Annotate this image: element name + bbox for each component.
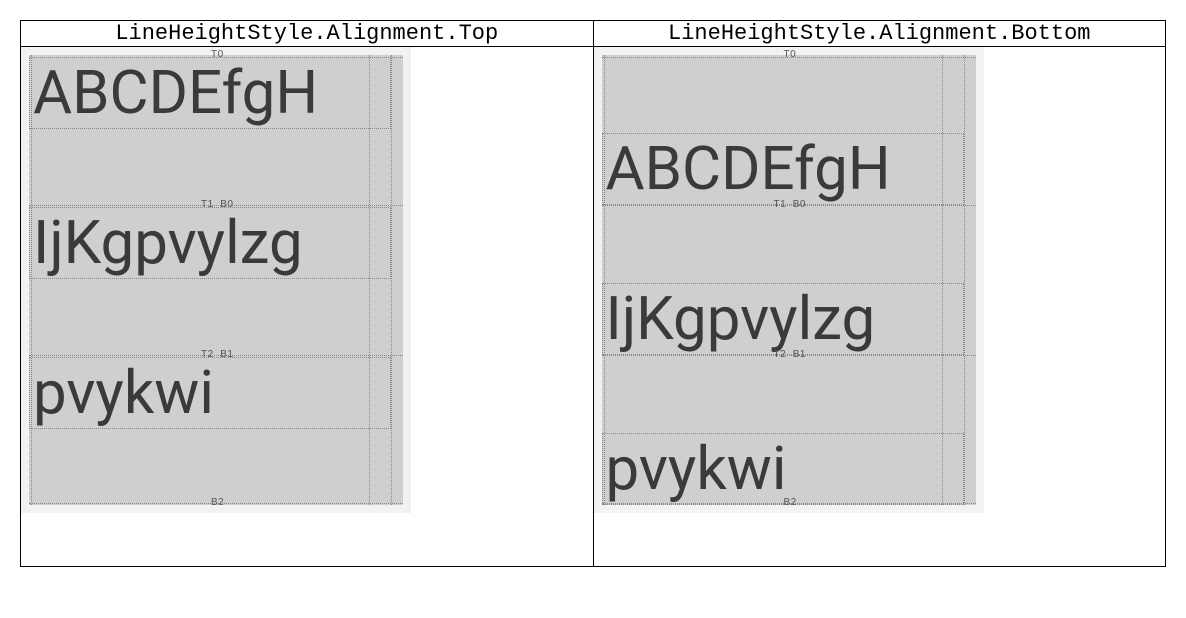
diagram-bottom-inner: T0 ABCDEfgH T1 B0 IjKgpvylzg T2 B1	[602, 55, 976, 505]
body-row: T0 ABCDEfgH T1 B0 IjKgpvylzg T2 B1	[21, 47, 1166, 567]
marker-t0-b: T0	[782, 49, 799, 60]
marker-b2-b: B2	[782, 497, 799, 508]
text-line0-b: ABCDEfgH	[606, 139, 891, 199]
header-bottom: LineHeightStyle.Alignment.Bottom	[593, 21, 1166, 47]
diagram-bottom: T0 ABCDEfgH T1 B0 IjKgpvylzg T2 B1	[594, 47, 984, 513]
marker-t1b0-b: T1 B0	[772, 199, 808, 210]
text-line1-b: IjKgpvylzg	[606, 289, 876, 349]
diagram-top: T0 ABCDEfgH T1 B0 IjKgpvylzg T2 B1	[21, 47, 411, 513]
header-row: LineHeightStyle.Alignment.Top LineHeight…	[21, 21, 1166, 47]
guide-v-right-outer	[391, 55, 392, 505]
marker-b2: B2	[209, 497, 226, 508]
comparison-table: LineHeightStyle.Alignment.Top LineHeight…	[20, 20, 1166, 567]
cell-bottom-alignment: T0 ABCDEfgH T1 B0 IjKgpvylzg T2 B1	[593, 47, 1166, 567]
text-line0: ABCDEfgH	[33, 63, 318, 123]
guide-v-right-outer-b	[964, 55, 965, 505]
text-line2: pvykwi	[33, 363, 214, 423]
cell-top-alignment: T0 ABCDEfgH T1 B0 IjKgpvylzg T2 B1	[21, 47, 594, 567]
text-line1: IjKgpvylzg	[33, 213, 303, 273]
marker-t2b1-b: T2 B1	[772, 349, 808, 360]
diagram-top-inner: T0 ABCDEfgH T1 B0 IjKgpvylzg T2 B1	[29, 55, 403, 505]
header-top: LineHeightStyle.Alignment.Top	[21, 21, 594, 47]
text-line2-b: pvykwi	[606, 439, 787, 499]
